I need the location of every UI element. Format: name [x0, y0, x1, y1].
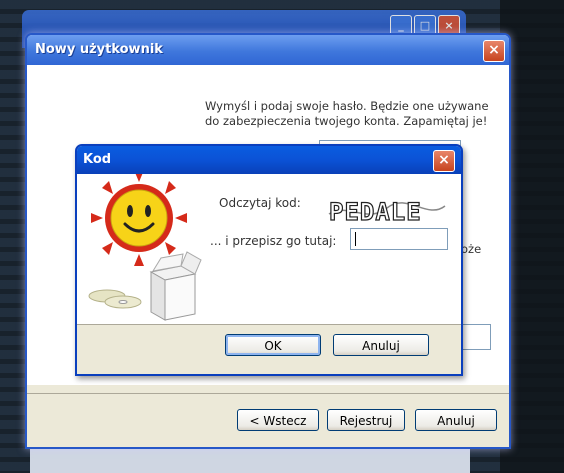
partial-text: oże	[461, 242, 482, 256]
register-button[interactable]: Rejestruj	[327, 409, 405, 431]
dialog-titlebar: Kod ×	[77, 146, 461, 174]
separator	[27, 393, 509, 394]
dialog-body: Odczytaj kod: PEDALE ... i przepisz go t…	[77, 174, 461, 324]
wizard-intro-text: Wymyśl i podaj swoje hasło. Będzie one u…	[205, 99, 489, 128]
cancel-button[interactable]: Anuluj	[415, 409, 497, 431]
captcha-image: PEDALE	[327, 196, 447, 226]
separator	[77, 324, 461, 325]
ok-button[interactable]: OK	[225, 334, 321, 356]
wizard-title: Nowy użytkownik	[35, 42, 163, 57]
close-icon[interactable]: ×	[433, 150, 455, 172]
partial-field[interactable]	[461, 324, 491, 350]
text-caret	[355, 232, 356, 246]
rewrite-label: ... i przepisz go tutaj:	[210, 234, 337, 248]
box-icon	[149, 251, 202, 321]
read-code-label: Odczytaj kod:	[219, 196, 301, 210]
close-icon[interactable]: ×	[483, 40, 505, 62]
code-dialog: Kod × Odczytaj kod: PEDALE ... i przepis…	[75, 144, 463, 376]
wizard-titlebar: Nowy użytkownik ×	[27, 35, 509, 65]
dialog-title: Kod	[83, 152, 112, 167]
captcha-text: PEDALE	[329, 198, 422, 226]
code-input[interactable]	[350, 228, 448, 250]
cancel-button[interactable]: Anuluj	[333, 334, 429, 356]
back-button[interactable]: < Wstecz	[237, 409, 319, 431]
